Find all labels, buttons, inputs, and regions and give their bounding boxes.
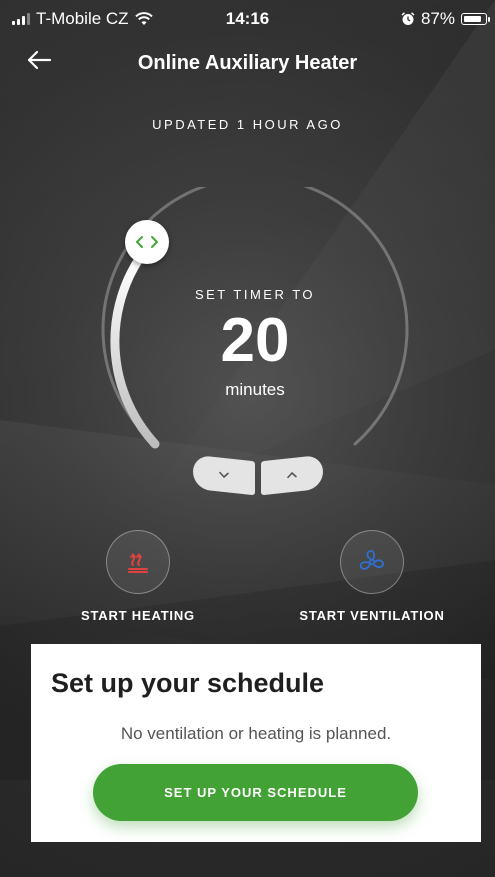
start-heating-button[interactable]: START HEATING <box>38 530 238 623</box>
alarm-icon <box>401 12 415 25</box>
schedule-card: Set up your schedule No ventilation or h… <box>31 644 481 842</box>
start-ventilation-label: START VENTILATION <box>299 608 445 623</box>
status-bar: T-Mobile CZ 14:16 87% <box>0 0 495 38</box>
nav-bar: Online Auxiliary Heater <box>0 44 495 84</box>
battery-icon <box>461 13 490 25</box>
schedule-subtitle: No ventilation or heating is planned. <box>120 724 392 743</box>
start-heating-label: START HEATING <box>81 608 195 623</box>
increase-button[interactable] <box>261 454 323 496</box>
schedule-title: Set up your schedule <box>51 668 325 698</box>
page-title: Online Auxiliary Heater <box>137 52 358 74</box>
fan-icon <box>359 549 384 570</box>
decrease-button[interactable] <box>193 454 255 496</box>
timer-value: 20 <box>220 306 290 375</box>
chevron-down-icon <box>219 471 229 479</box>
chevron-up-icon <box>287 471 297 479</box>
battery-percent: 87% <box>420 9 455 28</box>
set-up-schedule-button[interactable]: SET UP YOUR SCHEDULE <box>93 764 418 821</box>
heating-icon-circle <box>106 530 170 594</box>
updated-text: UPDATED 1 HOUR AGO <box>152 117 343 132</box>
chevrons-left-right-icon <box>136 236 158 248</box>
timer-stepper <box>193 454 323 496</box>
timer-label: SET TIMER TO <box>194 287 316 302</box>
dial-knob[interactable] <box>125 220 169 264</box>
heating-icon <box>128 553 148 573</box>
status-right: 87% <box>401 9 490 29</box>
ventilation-icon-circle <box>340 530 404 594</box>
start-ventilation-button[interactable]: START VENTILATION <box>272 530 472 623</box>
timer-unit: minutes <box>225 380 285 399</box>
